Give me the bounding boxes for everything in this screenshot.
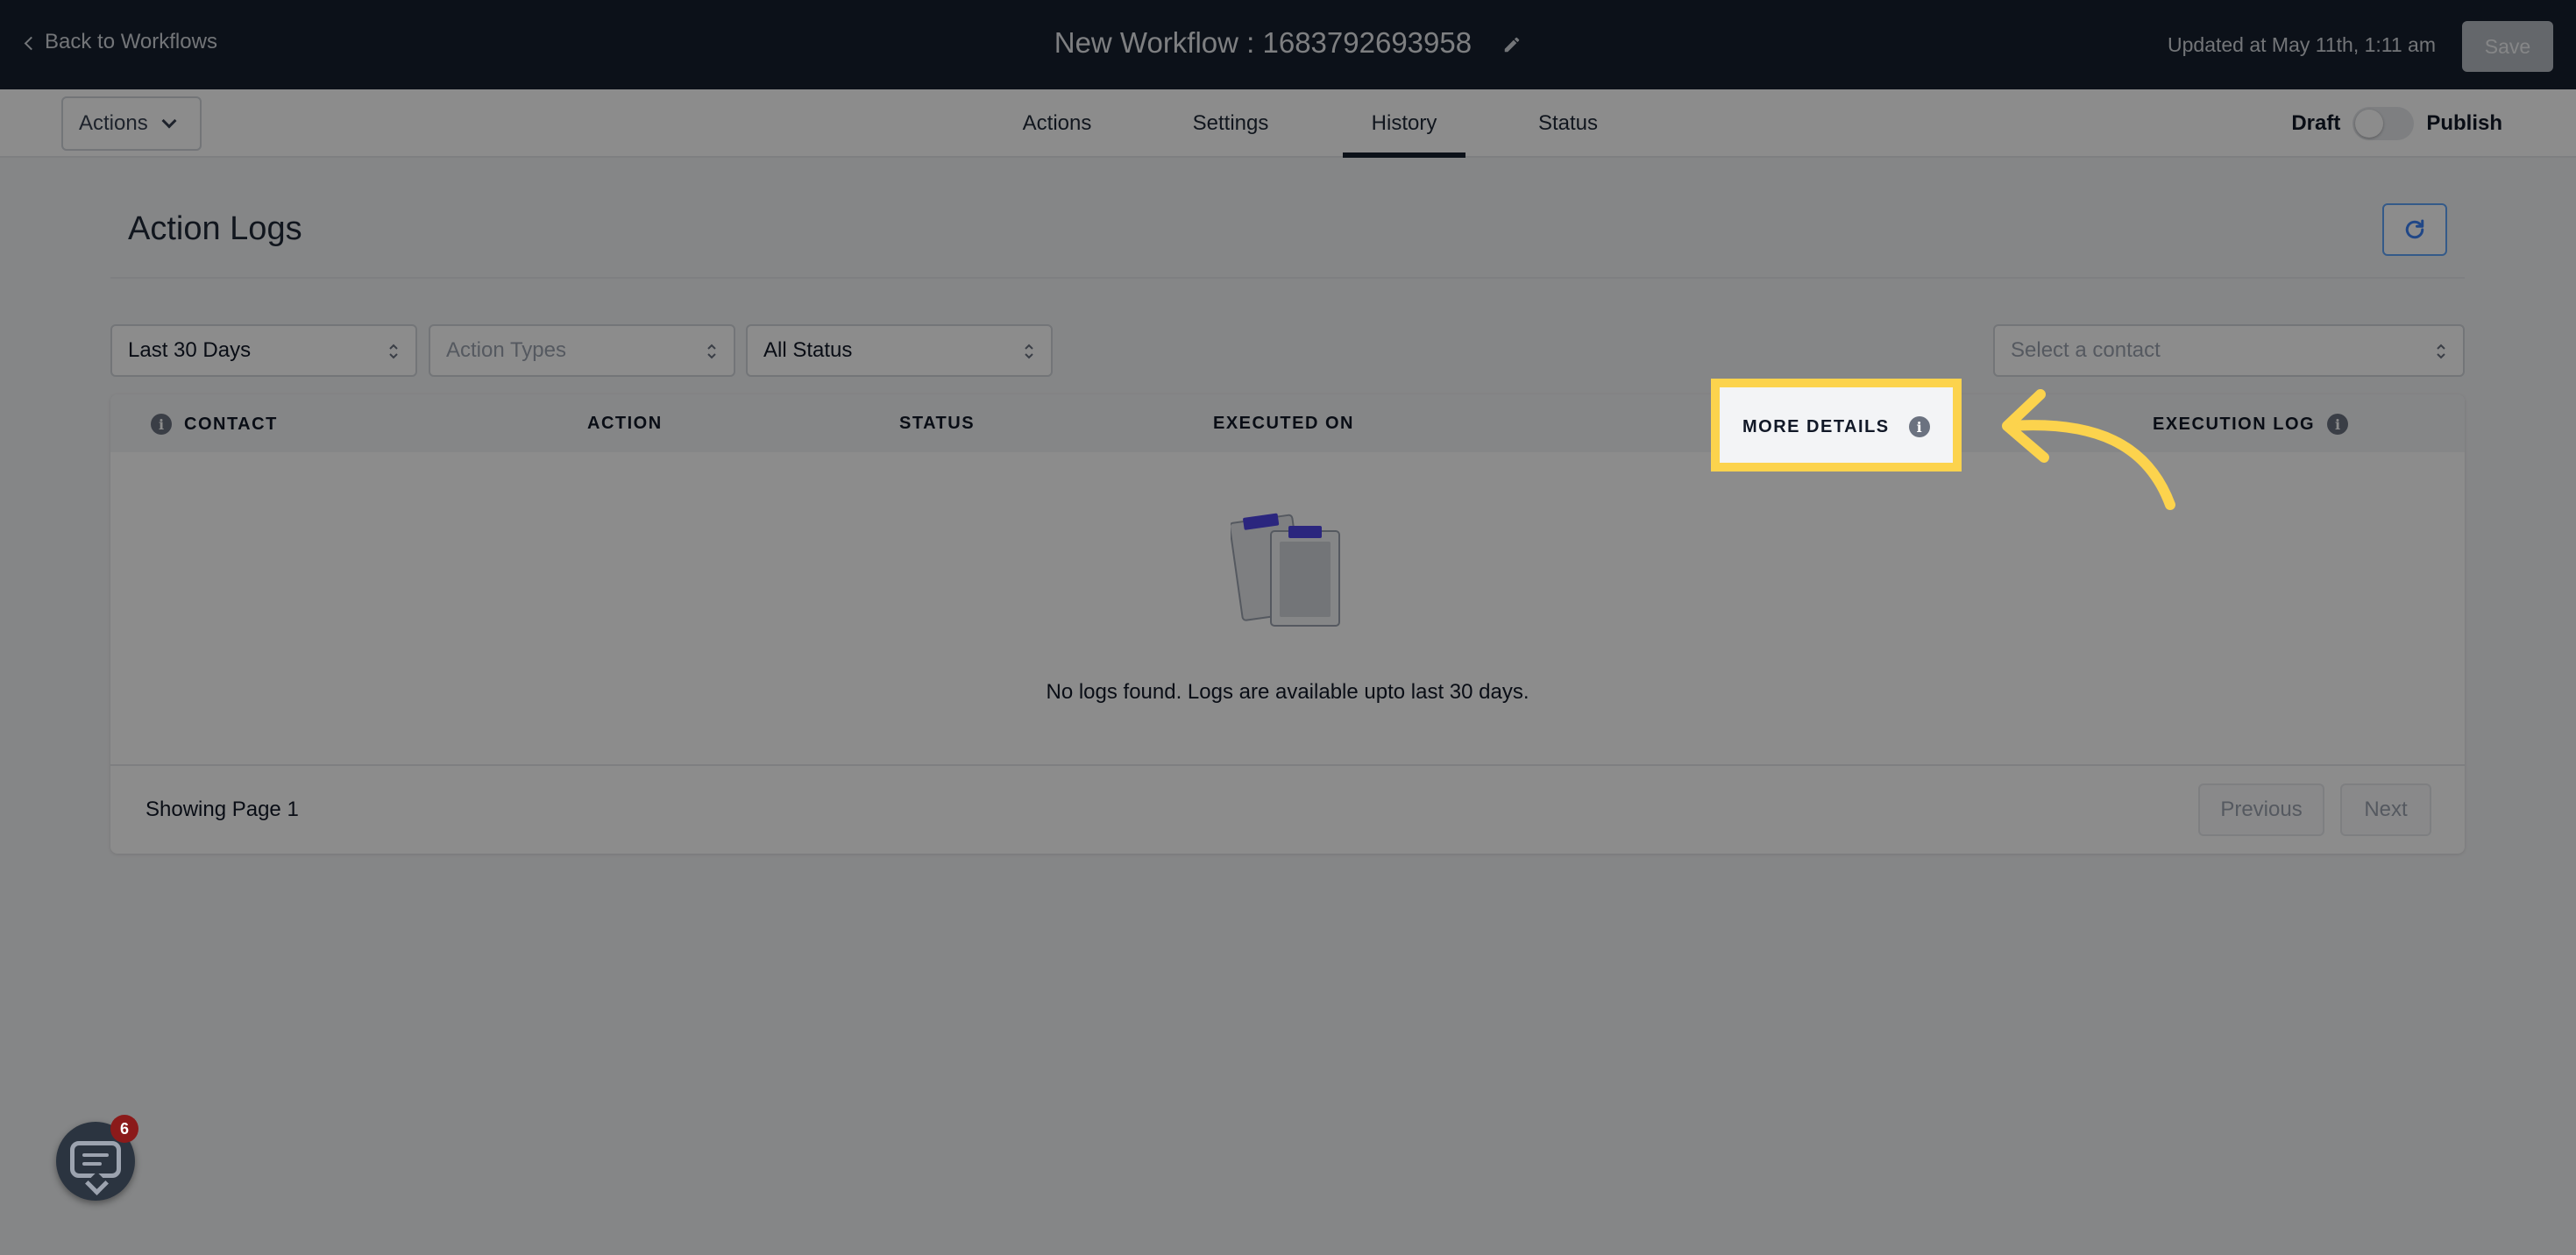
updown-chevron-icon — [707, 344, 716, 359]
action-types-select[interactable]: Action Types — [429, 324, 735, 377]
status-select[interactable]: All Status — [746, 324, 1053, 377]
callout-arrow-icon — [2002, 389, 2175, 510]
updated-timestamp: Updated at May 11th, 1:11 am — [2168, 33, 2436, 56]
status-value: All Status — [763, 338, 853, 362]
chat-bubble-icon — [70, 1141, 121, 1178]
workflow-title-text: New Workflow : 1683792693958 — [1054, 26, 1473, 59]
tab-status[interactable]: Status — [1530, 89, 1606, 158]
column-executed-on: EXECUTED ON — [1213, 414, 1354, 433]
highlight-more-details: MORE DETAILS i — [1711, 379, 1962, 472]
info-icon[interactable]: i — [1908, 416, 1930, 437]
date-range-value: Last 30 Days — [128, 338, 252, 362]
column-more-details-label: MORE DETAILS — [1742, 416, 1890, 436]
previous-page-button[interactable]: Previous — [2198, 783, 2324, 836]
column-contact-label: CONTACT — [184, 414, 278, 434]
next-page-button[interactable]: Next — [2340, 783, 2431, 836]
chat-widget-button[interactable]: 6 — [56, 1115, 138, 1201]
info-icon[interactable]: i — [2327, 414, 2349, 435]
top-bar: Back to Workflows New Workflow : 1683792… — [0, 0, 2576, 89]
page-title: Action Logs — [128, 210, 302, 247]
tab-history[interactable]: History — [1343, 89, 1465, 158]
updown-chevron-icon — [389, 344, 398, 359]
column-more-details[interactable]: MORE DETAILS i — [1742, 416, 1930, 437]
action-types-placeholder: Action Types — [446, 338, 566, 362]
publish-label: Publish — [2426, 111, 2502, 135]
refresh-icon — [2405, 219, 2424, 239]
workflow-subbar: Actions Actions Settings History Status … — [0, 89, 2576, 158]
toggle-knob — [2355, 110, 2384, 138]
tab-actions[interactable]: Actions — [1013, 89, 1101, 158]
save-button[interactable]: Save — [2462, 21, 2553, 72]
empty-clipboard-icon — [1231, 513, 1340, 627]
actions-dropdown-label: Actions — [79, 111, 148, 135]
chevron-down-icon — [161, 113, 177, 129]
date-range-select[interactable]: Last 30 Days — [110, 324, 417, 377]
column-contact: i CONTACT — [151, 414, 278, 435]
empty-state-message: No logs found. Logs are available upto l… — [1046, 680, 1529, 704]
footer-divider — [110, 764, 2465, 766]
updown-chevron-icon — [2437, 344, 2445, 359]
unread-count-badge: 6 — [110, 1115, 138, 1143]
column-action: ACTION — [587, 414, 663, 433]
contact-placeholder: Select a contact — [2011, 338, 2161, 362]
draft-publish-toggle-group: Draft Publish — [2291, 107, 2502, 140]
pencil-icon[interactable] — [1502, 35, 1522, 54]
info-icon[interactable]: i — [151, 414, 172, 435]
actions-dropdown[interactable]: Actions — [61, 96, 202, 151]
publish-toggle[interactable] — [2352, 107, 2415, 140]
tab-settings[interactable]: Settings — [1183, 89, 1278, 158]
column-status: STATUS — [899, 414, 976, 433]
draft-label: Draft — [2291, 111, 2341, 135]
refresh-button[interactable] — [2382, 203, 2447, 256]
contact-select[interactable]: Select a contact — [1993, 324, 2465, 377]
title-divider — [110, 277, 2465, 279]
updown-chevron-icon — [1025, 344, 1033, 359]
page-indicator: Showing Page 1 — [145, 798, 299, 821]
